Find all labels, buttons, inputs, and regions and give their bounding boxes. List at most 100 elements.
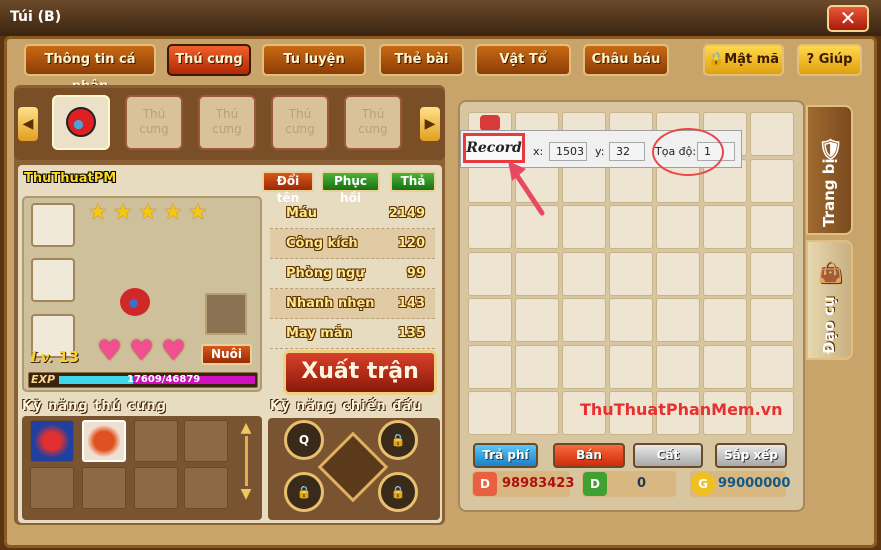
equip-slot[interactable] <box>31 258 75 302</box>
inventory-slot[interactable] <box>750 205 794 249</box>
level-label: Lv. <box>30 348 53 366</box>
inventory-slot[interactable] <box>656 205 700 249</box>
lock-icon[interactable]: 🔒 <box>378 420 418 460</box>
inventory-slot[interactable] <box>609 205 653 249</box>
inventory-slot[interactable] <box>468 344 512 389</box>
tab-password[interactable]: 🔒Mật mã <box>703 44 784 76</box>
title-bar: Túi (B) <box>0 0 881 36</box>
inventory-slot[interactable] <box>656 298 700 342</box>
highlight-circle <box>652 128 724 176</box>
inventory-slot[interactable] <box>703 298 747 342</box>
inventory-slot[interactable] <box>515 391 559 435</box>
money-icon: D <box>583 472 607 496</box>
inventory-slot[interactable] <box>750 298 794 342</box>
skill-slot[interactable] <box>82 420 126 462</box>
release-button[interactable]: Thả <box>390 171 436 192</box>
lock-icon[interactable]: 🔒 <box>284 472 324 512</box>
tab-help[interactable]: ? Giúp <box>797 44 862 76</box>
pet-name: ThuThuatPM <box>24 171 117 186</box>
inventory-slot[interactable] <box>750 158 794 203</box>
inventory-slot[interactable] <box>703 205 747 249</box>
inventory-slot[interactable] <box>515 298 559 342</box>
inventory-slot[interactable] <box>703 344 747 389</box>
tab-personal-info[interactable]: Thông tin cá nhân <box>24 44 156 94</box>
stat-row-agility: Nhanh nhẹn 143 <box>270 289 435 319</box>
exp-fill <box>59 376 133 384</box>
carousel-prev-button[interactable]: ◀ <box>18 107 38 141</box>
skill-slot[interactable] <box>184 467 228 509</box>
carousel-next-button[interactable]: ▶ <box>420 107 440 141</box>
pet-slot-4[interactable]: Thú cưng <box>271 95 329 150</box>
equip-slot[interactable] <box>31 203 75 247</box>
inventory-slot[interactable] <box>703 251 747 296</box>
stat-row-attack: Công kích 120 <box>270 229 435 259</box>
tab-cards[interactable]: Thẻ bài <box>379 44 464 76</box>
tab-jewels[interactable]: Châu báu <box>583 44 669 76</box>
feed-button[interactable]: Nuôi <box>201 344 252 365</box>
inventory-slot[interactable] <box>468 251 512 296</box>
dollar-balance: D0 <box>582 471 676 497</box>
skill-slot[interactable] <box>30 420 74 462</box>
inventory-slot[interactable] <box>515 344 559 389</box>
lock-icon[interactable]: 🔒 <box>378 472 418 512</box>
skill-slot[interactable] <box>134 467 178 509</box>
ruby-icon: D <box>473 472 497 496</box>
window-title: Túi (B) <box>10 9 62 25</box>
rename-button[interactable]: Đổi tên <box>262 171 314 205</box>
lock-icon: 🔒 <box>708 52 725 67</box>
inventory-slot[interactable] <box>468 298 512 342</box>
watermark: ThuThuatPhanMem.vn <box>580 400 783 419</box>
inventory-slot[interactable] <box>562 205 606 249</box>
pay-button[interactable]: Trả phí <box>473 443 538 468</box>
store-button[interactable]: Cất <box>633 443 703 468</box>
pet-sprite <box>120 288 150 316</box>
sort-button[interactable]: Sắp xếp <box>715 443 787 468</box>
inventory-slot[interactable] <box>750 251 794 296</box>
y-field[interactable]: 32 <box>609 142 645 161</box>
pet-item-slot[interactable] <box>205 293 247 335</box>
skills-scrollbar[interactable]: ▲ ▼ <box>237 420 255 510</box>
star-icon: ★ <box>188 200 208 225</box>
inventory-slot[interactable] <box>468 391 512 435</box>
skill-slot[interactable] <box>184 420 228 462</box>
inventory-slot[interactable] <box>609 298 653 342</box>
tab-items[interactable]: 👜 Đạo cụ <box>806 240 853 360</box>
pet-slot-5[interactable]: Thú cưng <box>344 95 402 150</box>
tab-training[interactable]: Tu luyện <box>262 44 366 76</box>
star-icon: ★ <box>163 200 183 225</box>
skill-slot[interactable] <box>30 467 74 509</box>
inventory-slot[interactable] <box>656 344 700 389</box>
inventory-slot[interactable] <box>609 251 653 296</box>
close-button[interactable]: ✕ <box>827 5 869 32</box>
tab-equipment[interactable]: 🛡 Trang bị <box>806 105 853 235</box>
star-icon: ★ <box>138 200 158 225</box>
gold-coin-icon: G <box>691 472 715 496</box>
pet-slot-2[interactable]: Thú cưng <box>125 95 183 150</box>
stat-row-hp: Máu 2149 <box>270 199 435 229</box>
battle-skills-label: Kỹ năng chiến đấu <box>270 399 423 414</box>
scroll-down-icon: ▼ <box>240 486 252 502</box>
skill-slot[interactable] <box>82 467 126 509</box>
sell-button[interactable]: Bán <box>553 443 625 468</box>
pet-slot-1[interactable] <box>52 95 110 150</box>
battle-skill-q[interactable]: Q <box>284 420 324 460</box>
inventory-slot[interactable] <box>562 298 606 342</box>
ruby-balance: D 98983423 <box>472 471 574 497</box>
tab-totem[interactable]: Vật Tổ <box>475 44 571 76</box>
inventory-slot[interactable] <box>562 344 606 389</box>
inventory-slot[interactable] <box>562 251 606 296</box>
pet-skills-label: Kỹ năng thú cưng <box>22 399 167 414</box>
tab-pet[interactable]: Thú cưng <box>167 44 251 76</box>
pet-slot-3[interactable]: Thú cưng <box>198 95 256 150</box>
inventory-slot[interactable] <box>750 112 794 156</box>
inventory-slot[interactable] <box>750 344 794 389</box>
inventory-slot[interactable] <box>609 344 653 389</box>
heart-icon: ♥ <box>129 334 155 367</box>
skill-slot[interactable] <box>134 420 178 462</box>
heart-icon: ♥ <box>161 334 187 367</box>
inventory-slot[interactable] <box>515 251 559 296</box>
deploy-button[interactable]: Xuất trận <box>283 350 437 395</box>
restore-button[interactable]: Phục hồi <box>321 171 380 205</box>
exp-value: 17609/46879 <box>127 374 201 385</box>
inventory-slot[interactable] <box>656 251 700 296</box>
